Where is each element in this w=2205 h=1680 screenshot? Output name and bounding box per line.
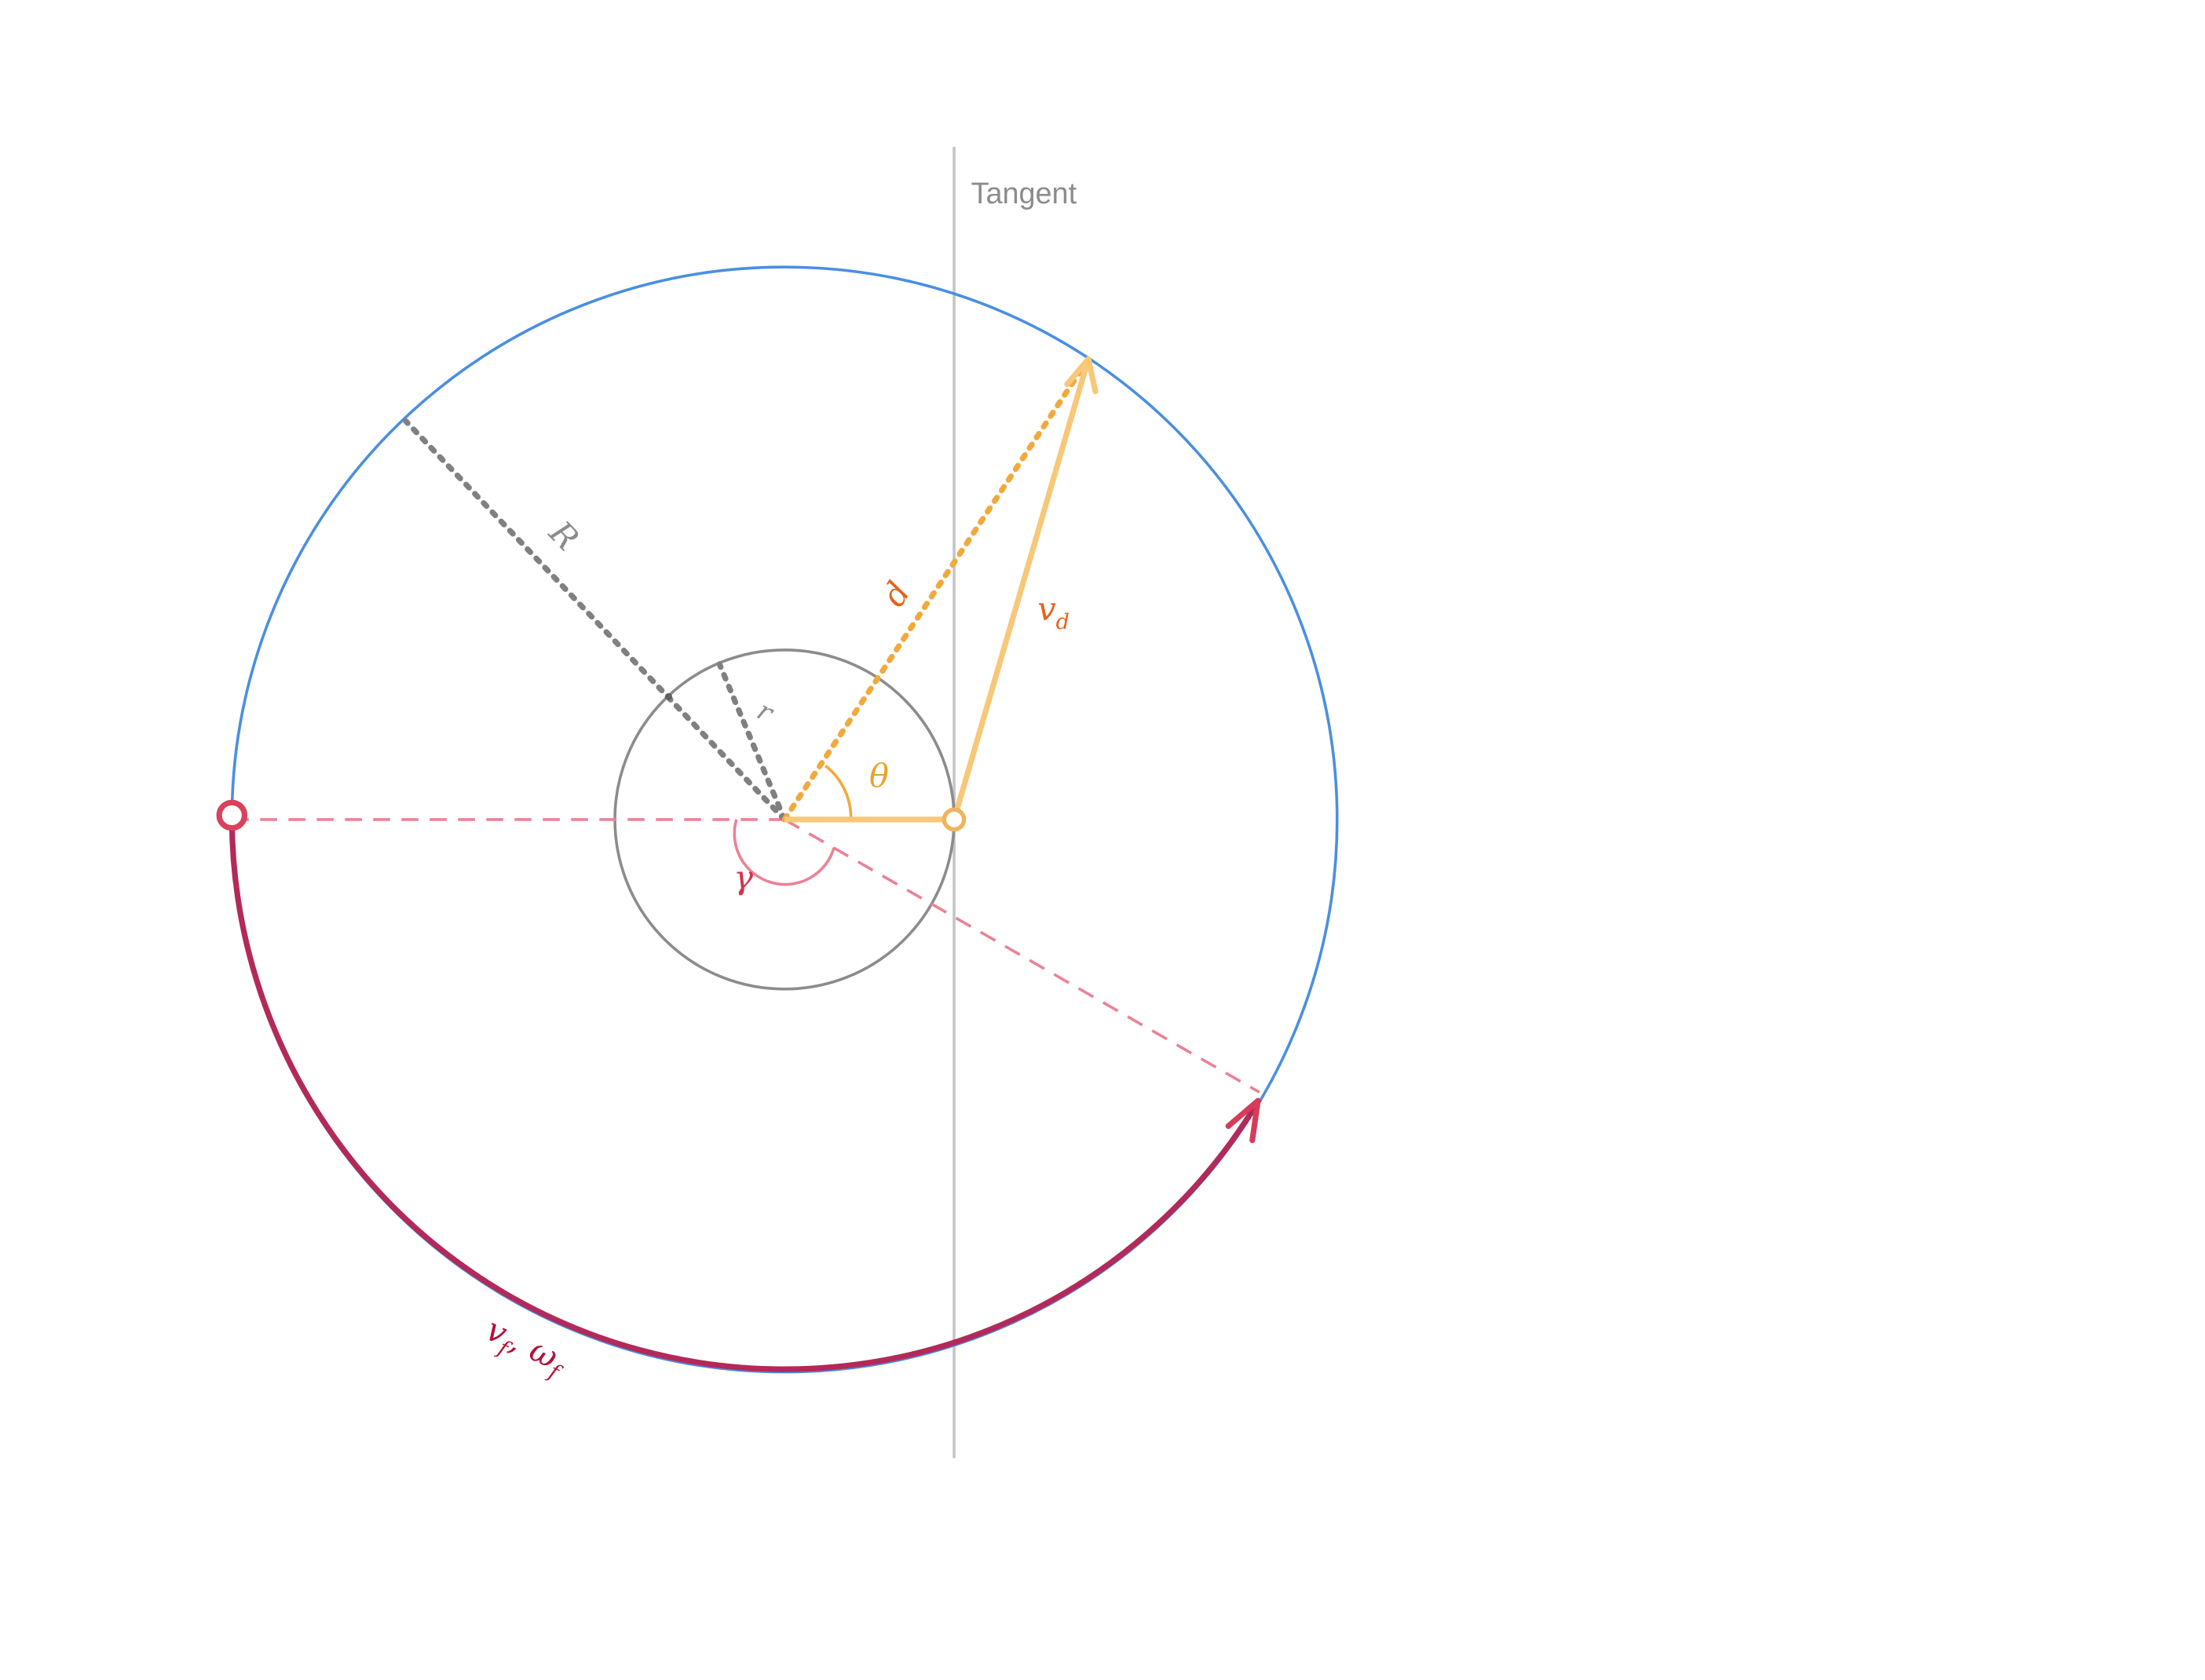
inner-radius-line — [716, 661, 788, 823]
velocity-label-main: v — [1037, 590, 1055, 628]
origin-marker — [942, 807, 967, 832]
radius-crossing-dot — [664, 692, 672, 700]
distance-line — [781, 356, 1092, 823]
gamma-end-line — [784, 818, 1260, 1094]
geometry-diagram: Tangent γ R r d θ vd vf,ωf — [216, 147, 1339, 1459]
outer-radius-label: R — [541, 513, 586, 557]
distance-label: d — [875, 575, 918, 613]
outer-radius-line — [403, 418, 788, 823]
tangent-label: Tangent — [971, 177, 1077, 210]
velocity-label: vd — [1037, 590, 1070, 634]
target-marker — [216, 799, 248, 831]
velocity-vector — [951, 358, 1092, 820]
velocity-label-sub: d — [1056, 610, 1070, 634]
motion-arc — [229, 819, 1262, 1372]
theta-angle-arc — [825, 765, 853, 820]
theta-label: θ — [869, 758, 889, 795]
gamma-label: γ — [733, 859, 753, 897]
inner-radius-label: r — [751, 695, 780, 729]
